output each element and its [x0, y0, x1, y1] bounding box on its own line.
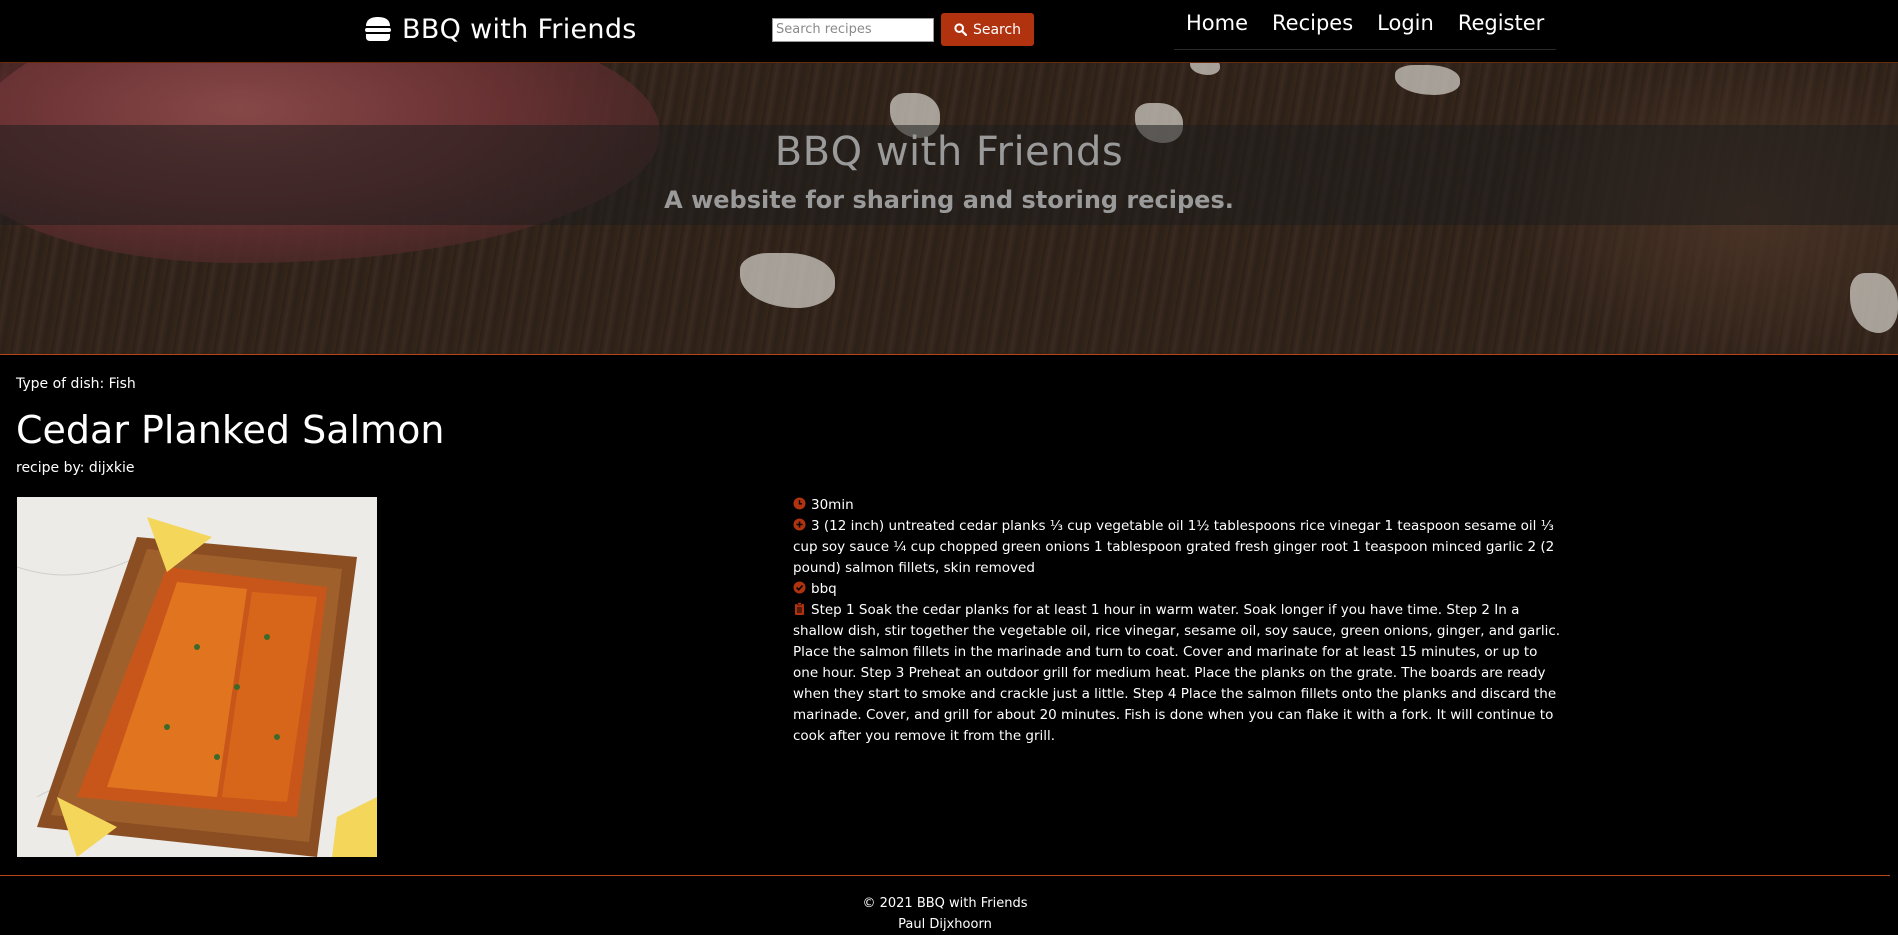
check-circle-icon — [793, 581, 806, 594]
footer-copyright: © 2021 BBQ with Friends — [862, 896, 1028, 911]
recipe-ingredients: 3 (12 inch) untreated cedar planks ⅓ cup… — [793, 516, 1563, 579]
hero-title: BBQ with Friends — [774, 129, 1124, 175]
clock-icon — [793, 497, 806, 510]
recipe-instructions: Step 1 Soak the cedar planks for at leas… — [793, 600, 1563, 747]
recipe-ingredients-text: 3 (12 inch) untreated cedar planks ⅓ cup… — [793, 518, 1555, 576]
footer: © 2021 BBQ with Friends Paul Dijxhoorn — [0, 875, 1890, 935]
search-form: Search — [772, 13, 1034, 46]
search-button-label: Search — [972, 21, 1022, 38]
search-button[interactable]: Search — [941, 13, 1034, 46]
brand-link[interactable]: BBQ with Friends — [364, 11, 637, 47]
clipboard-icon — [795, 602, 804, 615]
nav-link-register[interactable]: Register — [1445, 9, 1557, 50]
nav-link-recipes[interactable]: Recipes — [1260, 9, 1366, 50]
recipe-author: recipe by: dijxkie — [16, 460, 135, 476]
brand-name: BBQ with Friends — [402, 13, 637, 45]
hero-banner: BBQ with Friends A website for sharing a… — [0, 63, 1898, 355]
burger-icon — [365, 17, 391, 41]
hero-subtitle: A website for sharing and storing recipe… — [664, 186, 1234, 214]
navbar: BBQ with Friends Search Home Recipes Log… — [0, 0, 1898, 63]
recipe-instructions-text: Step 1 Soak the cedar planks for at leas… — [793, 602, 1561, 744]
recipe-title: Cedar Planked Salmon — [16, 408, 445, 452]
recipe-tag: bbq — [793, 579, 1563, 600]
salt-crystal — [1190, 63, 1220, 75]
salmon-photo — [17, 497, 377, 857]
nav-link-login[interactable]: Login — [1365, 9, 1446, 50]
recipe-time-value: 30min — [811, 497, 854, 513]
search-input[interactable] — [772, 17, 934, 42]
nav-link-home[interactable]: Home — [1174, 9, 1261, 50]
nav-menu: Home Recipes Login Register — [1174, 9, 1557, 50]
recipe-details: 30min 3 (12 inch) untreated cedar planks… — [793, 495, 1563, 747]
recipe-tag-value: bbq — [811, 581, 837, 597]
search-icon — [954, 23, 967, 36]
footer-author: Paul Dijxhoorn — [898, 917, 992, 932]
salt-crystal — [740, 253, 835, 308]
plus-circle-icon — [793, 518, 806, 531]
salt-crystal — [1395, 65, 1460, 95]
dish-type: Type of dish: Fish — [16, 376, 136, 392]
recipe-image — [17, 497, 377, 857]
recipe-time: 30min — [793, 495, 1563, 516]
salt-crystal — [1850, 273, 1898, 333]
